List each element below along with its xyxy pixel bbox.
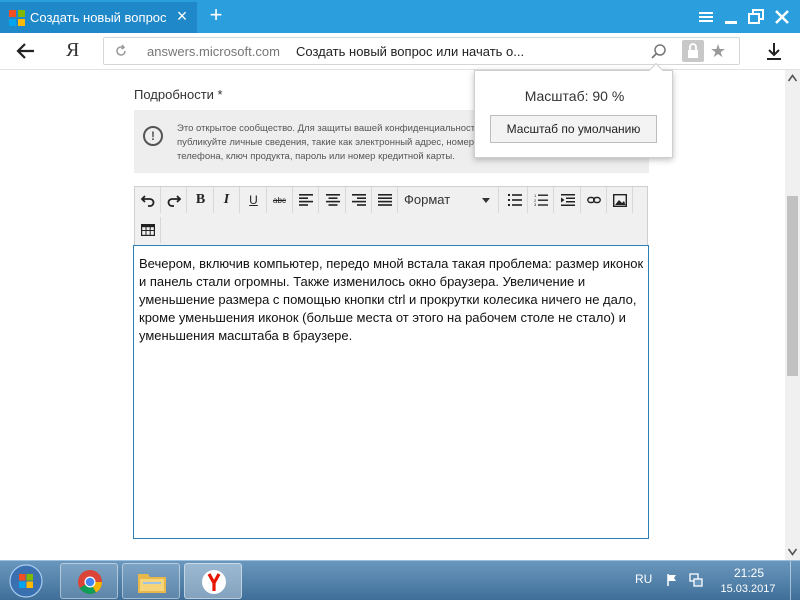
format-dropdown[interactable]: Формат: [399, 187, 499, 213]
redo-icon: [167, 195, 181, 207]
zoom-level-label: Масштаб: 90 %: [524, 88, 625, 104]
underline-button[interactable]: U: [241, 187, 267, 213]
taskbar-explorer[interactable]: [122, 563, 180, 599]
reset-zoom-button[interactable]: Масштаб по умолчанию: [490, 115, 657, 143]
question-details-editor[interactable]: Вечером, включив компьютер, передо мной …: [133, 245, 649, 539]
windows-start-icon[interactable]: [4, 562, 48, 600]
yandex-button[interactable]: Я: [66, 39, 79, 62]
indent-button[interactable]: [555, 187, 581, 213]
microsoft-logo-icon: [9, 9, 25, 26]
justify-icon: [377, 194, 392, 206]
tab-title: Создать новый вопрос и: [30, 10, 170, 25]
format-dropdown-label: Формат: [404, 192, 451, 207]
align-right-button[interactable]: [346, 187, 372, 213]
table-icon: [140, 224, 155, 236]
reload-icon[interactable]: [113, 43, 129, 59]
image-button[interactable]: [607, 187, 633, 213]
numbered-list-icon: 123: [534, 194, 548, 206]
chrome-icon: [78, 570, 102, 595]
zoom-popup: Масштаб: 90 % Масштаб по умолчанию: [474, 62, 673, 158]
align-right-icon: [351, 194, 366, 206]
notification-flag-icon[interactable]: [664, 572, 680, 588]
taskbar-yandex-browser[interactable]: [184, 563, 242, 599]
table-button[interactable]: [135, 217, 161, 243]
scroll-up-icon[interactable]: [788, 74, 797, 82]
undo-icon: [140, 195, 154, 207]
scroll-down-icon[interactable]: [788, 548, 797, 556]
download-icon[interactable]: [764, 41, 784, 63]
justify-button[interactable]: [372, 187, 398, 213]
align-left-button[interactable]: [293, 187, 319, 213]
zoom-magnifier-icon[interactable]: [649, 42, 669, 62]
windows-taskbar: RU 21:25 15.03.2017: [0, 560, 800, 600]
indent-icon: [560, 194, 575, 206]
network-icon[interactable]: [688, 572, 704, 588]
clock-time[interactable]: 21:25: [723, 566, 775, 580]
page-scrollbar[interactable]: [785, 70, 800, 560]
align-center-button[interactable]: [320, 187, 346, 213]
bullet-list-icon: [507, 194, 522, 206]
url-page-title: Создать новый вопрос или начать о...: [296, 44, 525, 59]
dropdown-arrow-icon: [482, 198, 490, 203]
browser-titlebar: Создать новый вопрос и × +: [0, 0, 800, 33]
editor-content[interactable]: Вечером, включив компьютер, передо мной …: [139, 255, 644, 345]
details-label: Подробности *: [134, 87, 223, 102]
bullet-list-button[interactable]: [502, 187, 528, 213]
language-indicator[interactable]: RU: [635, 572, 652, 586]
clock-date[interactable]: 15.03.2017: [715, 583, 781, 595]
new-tab-button[interactable]: +: [205, 4, 227, 26]
link-button[interactable]: [581, 187, 607, 213]
url-host: answers.microsoft.com: [147, 44, 280, 59]
link-icon: [586, 196, 601, 204]
svg-text:3: 3: [534, 202, 537, 206]
address-bar[interactable]: answers.microsoft.com Создать новый вопр…: [103, 37, 740, 65]
undo-button[interactable]: [135, 187, 161, 213]
scroll-thumb[interactable]: [787, 196, 798, 376]
editor-toolbar: B I U abc Формат 123: [134, 186, 648, 245]
privacy-notice-text: Это открытое сообщество. Для защиты ваше…: [177, 123, 494, 162]
align-center-icon: [325, 194, 340, 206]
show-desktop-button[interactable]: [790, 561, 800, 600]
align-left-icon: [298, 194, 313, 206]
close-window-icon[interactable]: [771, 6, 793, 28]
tab-active[interactable]: Создать новый вопрос и ×: [0, 2, 197, 33]
menu-icon[interactable]: [695, 6, 717, 28]
bold-button[interactable]: B: [188, 187, 214, 213]
redo-button[interactable]: [161, 187, 187, 213]
numbered-list-button[interactable]: 123: [528, 187, 554, 213]
yandex-browser-icon: [202, 570, 226, 594]
folder-icon: [138, 574, 166, 593]
lock-icon[interactable]: [682, 40, 704, 62]
back-arrow-icon[interactable]: [14, 40, 38, 62]
navigation-bar: Я answers.microsoft.com Создать новый во…: [0, 33, 800, 70]
strikethrough-button[interactable]: abc: [267, 187, 293, 213]
restore-icon[interactable]: [745, 6, 767, 28]
image-icon: [612, 193, 627, 207]
italic-button[interactable]: I: [214, 187, 240, 213]
minimize-icon[interactable]: [720, 6, 742, 28]
close-tab-icon[interactable]: ×: [173, 7, 191, 25]
exclamation-icon: !: [143, 126, 163, 146]
taskbar-chrome[interactable]: [60, 563, 118, 599]
bookmark-star-icon[interactable]: ★: [710, 40, 726, 62]
